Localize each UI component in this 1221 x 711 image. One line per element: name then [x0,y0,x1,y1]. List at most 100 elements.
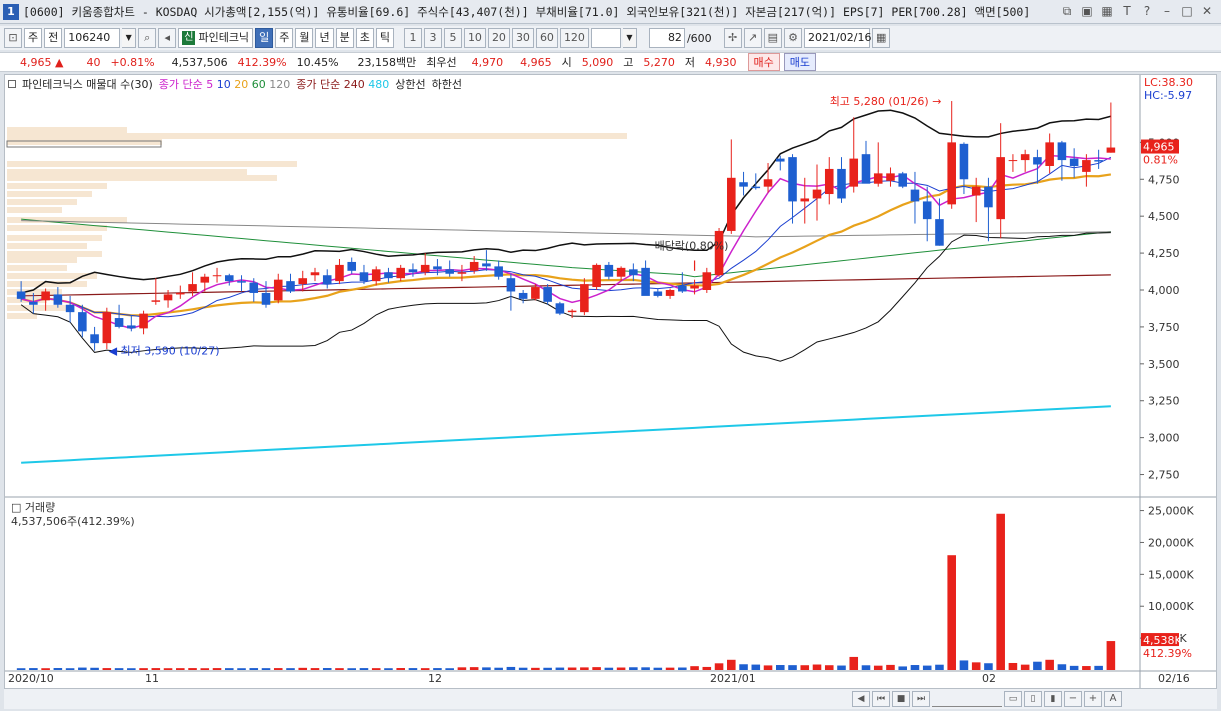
stock-code-input[interactable]: 106240 [64,28,121,48]
candle-body [163,294,173,301]
period-select-b[interactable]: 전 [44,28,63,48]
buy-button[interactable]: 매수 [747,53,780,71]
volume-bar [433,668,442,670]
candle-body [384,272,393,279]
zoom-b-icon[interactable]: ▯ [1024,691,1042,707]
font-a-icon[interactable]: A [1104,691,1122,707]
volume-bar [788,665,797,670]
candlestick-chart[interactable]: 5,0004,7504,5004,2504,0003,7503,5003,250… [5,75,1216,688]
count-input[interactable]: 82 [648,28,685,48]
calendar-icon[interactable]: ▦ [872,28,891,48]
first-page-icon[interactable]: ⏮ [872,691,890,707]
candle-body [1082,160,1091,172]
volume-bar [310,668,320,670]
volume-bar [445,668,454,670]
zoom-out-icon[interactable]: − [1064,691,1082,707]
volume-ratio: 412.39% [237,55,287,69]
legend-ma-group-a[interactable]: 종가 단순 5 10 20 60 120 [159,76,290,92]
volume-bar [139,668,148,670]
help-icon[interactable]: ? [1139,3,1155,19]
candle-body [727,177,736,231]
volume-bar [531,667,540,670]
text-icon[interactable]: T [1119,3,1135,19]
window-controls: ⧉ ▣ ▦ T ? – □ ✕ [1059,3,1215,19]
candle-body [371,269,381,282]
legend-ma-group-b[interactable]: 종가 단순 240 480 [296,76,389,92]
candle-body [78,312,87,332]
candle-body [1008,160,1018,162]
sell-button[interactable]: 매도 [783,53,817,71]
volume-bar [224,668,234,670]
zoom-c-icon[interactable]: ▮ [1044,691,1062,707]
candle-body [273,279,283,301]
candle-body [359,272,369,282]
candle-body [139,313,148,329]
candle-body [212,275,222,277]
volume-bar [1082,666,1091,670]
stop-icon[interactable]: ■ [892,691,910,707]
volume-bar [616,667,626,670]
candle-body [457,272,467,274]
chart-area[interactable]: 5,0004,7504,5004,2504,0003,7503,5003,250… [4,74,1217,689]
interval-3[interactable]: 3 [423,28,442,48]
volume-profile-bar [7,161,297,167]
chevron-down-icon[interactable]: ▼ [122,28,137,48]
gear-icon[interactable]: ⚙ [784,28,803,48]
interval-input[interactable] [590,28,621,48]
hc-label: HC:-5.97 [1144,89,1192,102]
tab-minute[interactable]: 분 [335,28,354,48]
volume-bar [714,663,724,670]
last-page-icon[interactable]: ⏭ [912,691,930,707]
volume-bar [849,656,859,670]
ma60-line [21,218,1111,278]
legend-upper-band[interactable]: 상한선 [395,76,425,92]
volume-bar [935,664,944,670]
crosshair-icon[interactable]: ✢ [723,28,742,48]
table-icon[interactable]: ▦ [1099,3,1115,19]
interval-10[interactable]: 10 [463,28,486,48]
tab-month[interactable]: 월 [295,28,314,48]
date-input[interactable]: 2021/02/16 [804,28,871,48]
legend-lower-band[interactable]: 하한선 [432,76,462,92]
volume-bar [812,664,822,670]
interval-5[interactable]: 5 [443,28,462,48]
tab-year[interactable]: 년 [315,28,334,48]
chevron-down-icon[interactable]: ▼ [622,28,637,48]
tab-day[interactable]: 일 [255,28,274,48]
interval-20[interactable]: 20 [487,28,510,48]
layout-icon[interactable]: ▣ [1079,3,1095,19]
tab-tick[interactable]: 틱 [375,28,394,48]
candle-body [310,272,320,276]
interval-60[interactable]: 60 [535,28,558,48]
candle-body [1033,157,1042,165]
tab-second[interactable]: 초 [355,28,374,48]
volume-profile-bar [7,183,107,189]
minimize-icon[interactable]: – [1159,3,1175,19]
close-icon[interactable]: ✕ [1199,3,1215,19]
tab-week[interactable]: 주 [275,28,294,48]
interval-120[interactable]: 120 [559,28,589,48]
save-icon[interactable]: ▤ [763,28,783,48]
speaker-icon[interactable]: ◂ [158,28,177,48]
candle-body [1057,142,1067,161]
last-volume-label: 4,538K [1143,634,1182,647]
legend-checkbox-icon[interactable] [8,80,16,88]
zoom-slider[interactable] [932,691,1002,707]
link-icon[interactable]: ⧉ [1059,3,1075,19]
chart-type-icon[interactable]: ⊡ [4,28,22,48]
period-select-a[interactable]: 주 [24,28,43,48]
interval-1[interactable]: 1 [403,28,422,48]
scroll-left-icon[interactable]: ◀ [852,691,870,707]
interval-30[interactable]: 30 [511,28,534,48]
price-tick-label: 3,250 [1148,395,1180,408]
legend-volume-profile[interactable]: 파인테크닉스 매물대 수(30) [22,76,153,92]
stock-name-field[interactable]: 신 파인테크닉 [178,28,254,48]
zoom-a-icon[interactable]: ▭ [1004,691,1022,707]
maximize-icon[interactable]: □ [1179,3,1195,19]
candle-body [812,189,822,199]
draw-icon[interactable]: ↗ [743,28,762,48]
volume-bar [335,668,344,670]
zoom-in-icon[interactable]: + [1084,691,1102,707]
search-icon[interactable]: ⌕ [138,28,157,48]
volume-bar [469,667,479,670]
